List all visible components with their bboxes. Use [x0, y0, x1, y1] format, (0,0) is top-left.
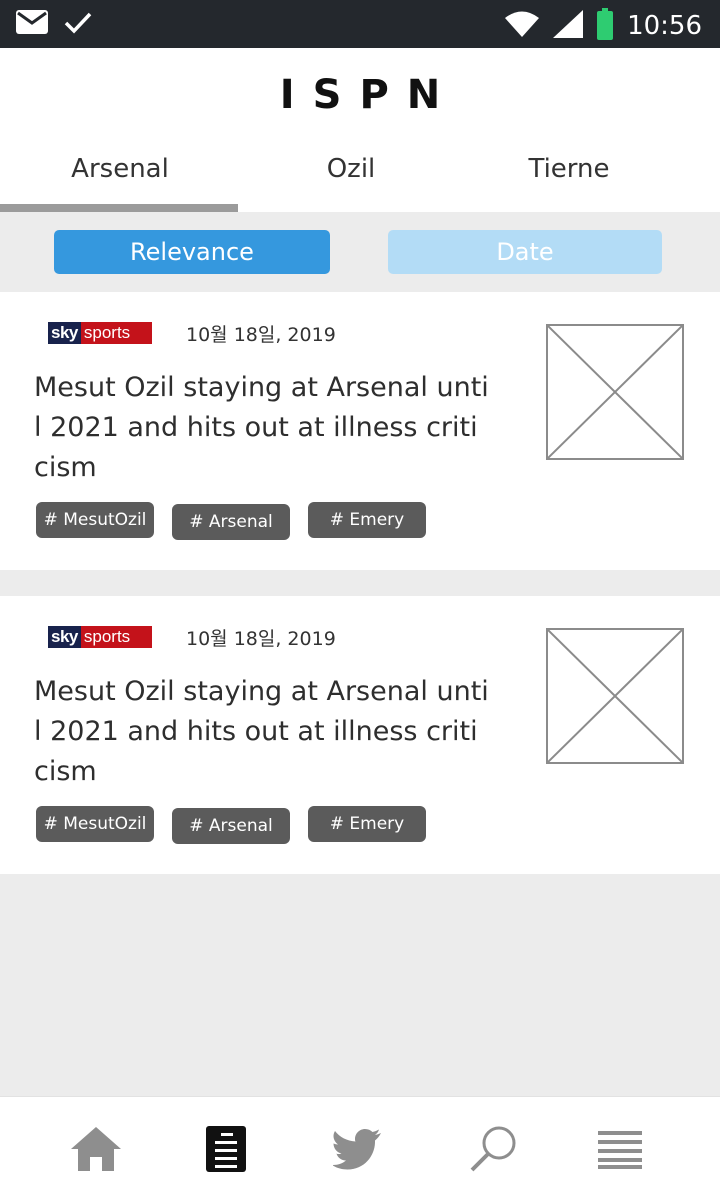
sort-bar: Relevance Date	[0, 212, 720, 292]
app-header: ISPN	[0, 48, 720, 140]
tab-arsenal[interactable]: Arsenal	[0, 140, 240, 212]
mail-icon	[16, 10, 48, 38]
image-placeholder-icon[interactable]	[546, 628, 684, 764]
article-date: 10월 18일, 2019	[186, 324, 336, 346]
article-title[interactable]: Mesut Ozil staying at Arsenal until 2021…	[34, 368, 490, 488]
article-card[interactable]: sky sports 10월 18일, 2019 Mesut Ozil stay…	[0, 596, 720, 874]
sky-sports-logo: sky sports	[48, 626, 152, 648]
tab-tierne[interactable]: Tierne	[462, 140, 676, 212]
twitter-icon[interactable]	[328, 1121, 388, 1177]
bottom-nav	[0, 1096, 720, 1200]
tag-arsenal[interactable]: # Arsenal	[172, 808, 290, 844]
tag-emery[interactable]: # Emery	[308, 502, 426, 538]
news-icon[interactable]	[196, 1121, 256, 1177]
article-card[interactable]: sky sports 10월 18일, 2019 Mesut Ozil stay…	[0, 292, 720, 570]
status-bar: 10:56	[0, 0, 720, 48]
tab-bar: Arsenal Ozil Tierne	[0, 140, 720, 212]
tag-mesutozil[interactable]: # MesutOzil	[36, 806, 154, 842]
battery-icon	[597, 8, 614, 44]
tab-selected-indicator	[0, 204, 238, 212]
search-icon[interactable]	[464, 1121, 524, 1177]
home-icon[interactable]	[66, 1121, 126, 1177]
sky-sports-logo: sky sports	[48, 322, 152, 344]
sort-relevance-button[interactable]: Relevance	[54, 230, 330, 274]
signal-icon	[553, 10, 584, 42]
image-placeholder-icon[interactable]	[546, 324, 684, 460]
tag-mesutozil[interactable]: # MesutOzil	[36, 502, 154, 538]
wifi-icon	[505, 11, 540, 41]
tag-arsenal[interactable]: # Arsenal	[172, 504, 290, 540]
menu-icon[interactable]	[590, 1121, 650, 1177]
sort-date-button[interactable]: Date	[388, 230, 662, 274]
article-date: 10월 18일, 2019	[186, 628, 336, 650]
status-time: 10:56	[627, 11, 702, 41]
app-title: ISPN	[279, 72, 459, 118]
check-icon	[64, 10, 92, 38]
tab-ozil[interactable]: Ozil	[240, 140, 462, 212]
tag-emery[interactable]: # Emery	[308, 806, 426, 842]
article-title[interactable]: Mesut Ozil staying at Arsenal until 2021…	[34, 672, 490, 792]
